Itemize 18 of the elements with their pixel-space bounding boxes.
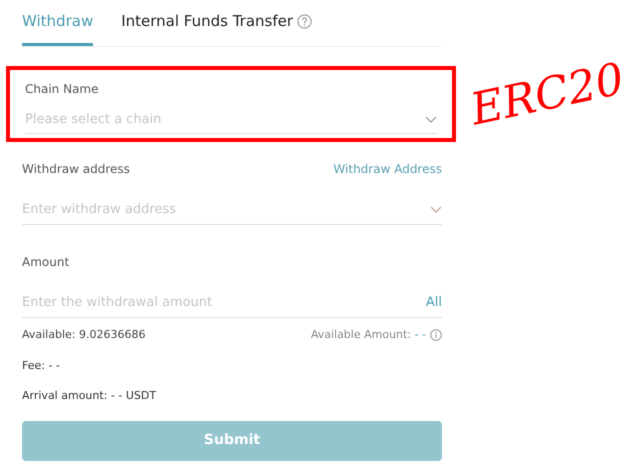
all-button[interactable]: All	[426, 293, 442, 313]
field-label: Withdraw address	[22, 161, 130, 178]
handwritten-annotation: ERC20	[465, 52, 630, 138]
available-amount: Available Amount: - -	[310, 327, 426, 343]
address-field[interactable]: Enter withdraw address	[22, 196, 442, 225]
fee-text: Fee: - -	[22, 358, 61, 374]
chevron-down-icon	[425, 116, 437, 124]
withdraw-address-link[interactable]: Withdraw Address	[333, 160, 442, 178]
info-icon	[430, 329, 442, 342]
field-label: Chain Name	[25, 81, 100, 98]
chevron-down-icon	[430, 206, 442, 214]
amount-field[interactable]: Enter the withdrawal amount	[22, 293, 426, 313]
chain-select[interactable]: Please select a chain	[25, 106, 437, 134]
available-balance: Available: 9.02636686	[22, 327, 146, 343]
tab[interactable]: Withdraw	[22, 0, 94, 46]
arrival-amount: Arrival amount: - - USDT	[22, 388, 158, 404]
tab[interactable]: Internal Funds Transfer	[121, 0, 312, 46]
field-label: Amount	[22, 254, 70, 271]
